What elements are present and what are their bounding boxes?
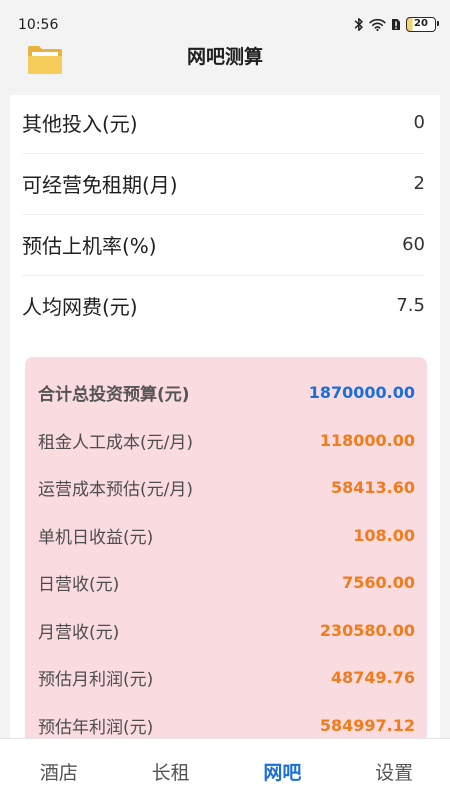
status-bar: 10:56 20 bbox=[0, 0, 450, 40]
battery-icon: 20 bbox=[406, 16, 439, 32]
result-row-monthly-revenue: 月营收(元) 230580.00 bbox=[25, 607, 427, 655]
tab-settings[interactable]: 设置 bbox=[338, 742, 450, 800]
result-value: 1870000.00 bbox=[308, 383, 415, 403]
tab-hotel[interactable]: 酒店 bbox=[3, 742, 115, 800]
result-row-per-machine-daily-revenue: 单机日收益(元) 108.00 bbox=[25, 512, 427, 560]
result-label: 单机日收益(元) bbox=[38, 527, 154, 548]
result-row-rent-labor-cost: 租金人工成本(元/月) 118000.00 bbox=[25, 417, 427, 465]
battery-level: 20 bbox=[414, 18, 428, 29]
input-row-avg-fee[interactable]: 人均网费(元) 7.5 bbox=[10, 275, 440, 336]
result-card: 合计总投资预算(元) 1870000.00 租金人工成本(元/月) 118000… bbox=[25, 357, 427, 738]
tab-internet-cafe[interactable]: 网吧 bbox=[227, 742, 339, 800]
wifi-icon bbox=[369, 18, 386, 31]
input-label: 预估上机率(%) bbox=[22, 234, 157, 258]
result-row-daily-revenue: 日营收(元) 7560.00 bbox=[25, 559, 427, 607]
folder-icon[interactable] bbox=[26, 44, 64, 76]
result-label: 预估月利润(元) bbox=[38, 670, 154, 691]
result-label: 合计总投资预算(元) bbox=[38, 385, 190, 406]
result-label: 月营收(元) bbox=[38, 622, 120, 643]
input-row-occupancy-rate[interactable]: 预估上机率(%) 60 bbox=[10, 214, 440, 275]
result-value: 230580.00 bbox=[319, 620, 415, 640]
input-list: 其他投入(元) 0 可经营免租期(月) 2 预估上机率(%) 60 人均网费(元… bbox=[10, 95, 440, 336]
page-title: 网吧测算 bbox=[186, 46, 263, 68]
result-value: 108.00 bbox=[353, 525, 415, 545]
avg-fee-field[interactable]: 7.5 bbox=[365, 295, 425, 316]
scroll-content[interactable]: 其他投入(元) 0 可经营免租期(月) 2 预估上机率(%) 60 人均网费(元… bbox=[0, 95, 450, 738]
result-row-monthly-profit: 预估月利润(元) 48749.76 bbox=[25, 654, 427, 702]
tab-long-rent[interactable]: 长租 bbox=[115, 742, 227, 800]
bottom-nav: 酒店 长租 网吧 设置 bbox=[0, 738, 450, 800]
result-label: 日营收(元) bbox=[38, 575, 120, 596]
result-label: 运营成本预估(元/月) bbox=[38, 480, 193, 501]
result-value: 7560.00 bbox=[342, 573, 415, 593]
result-label: 预估年利润(元) bbox=[38, 717, 154, 738]
result-label: 租金人工成本(元/月) bbox=[38, 432, 193, 453]
result-value: 48749.76 bbox=[330, 668, 415, 688]
result-row-operating-cost: 运营成本预估(元/月) 58413.60 bbox=[25, 464, 427, 512]
input-row-other-investment[interactable]: 其他投入(元) 0 bbox=[10, 95, 440, 153]
input-row-rent-free-period[interactable]: 可经营免租期(月) 2 bbox=[10, 153, 440, 214]
other-investment-field[interactable]: 0 bbox=[365, 112, 425, 133]
status-icons: 20 bbox=[349, 15, 439, 33]
result-row-annual-profit: 预估年利润(元) 584997.12 bbox=[25, 702, 427, 739]
status-time: 10:56 bbox=[18, 17, 59, 33]
bluetooth-icon bbox=[354, 17, 364, 32]
result-value: 58413.60 bbox=[330, 478, 415, 498]
form-card: 其他投入(元) 0 可经营免租期(月) 2 预估上机率(%) 60 人均网费(元… bbox=[10, 95, 440, 738]
result-row-total-investment: 合计总投资预算(元) 1870000.00 bbox=[25, 369, 427, 417]
input-label: 人均网费(元) bbox=[22, 295, 138, 319]
rent-free-period-field[interactable]: 2 bbox=[365, 173, 425, 194]
app-header: 网吧测算 bbox=[0, 40, 450, 92]
sim-alert-icon bbox=[391, 18, 401, 31]
result-value: 584997.12 bbox=[319, 715, 415, 735]
result-value: 118000.00 bbox=[319, 430, 415, 450]
occupancy-rate-field[interactable]: 60 bbox=[365, 234, 425, 255]
input-label: 其他投入(元) bbox=[22, 112, 138, 136]
input-label: 可经营免租期(月) bbox=[22, 173, 178, 197]
